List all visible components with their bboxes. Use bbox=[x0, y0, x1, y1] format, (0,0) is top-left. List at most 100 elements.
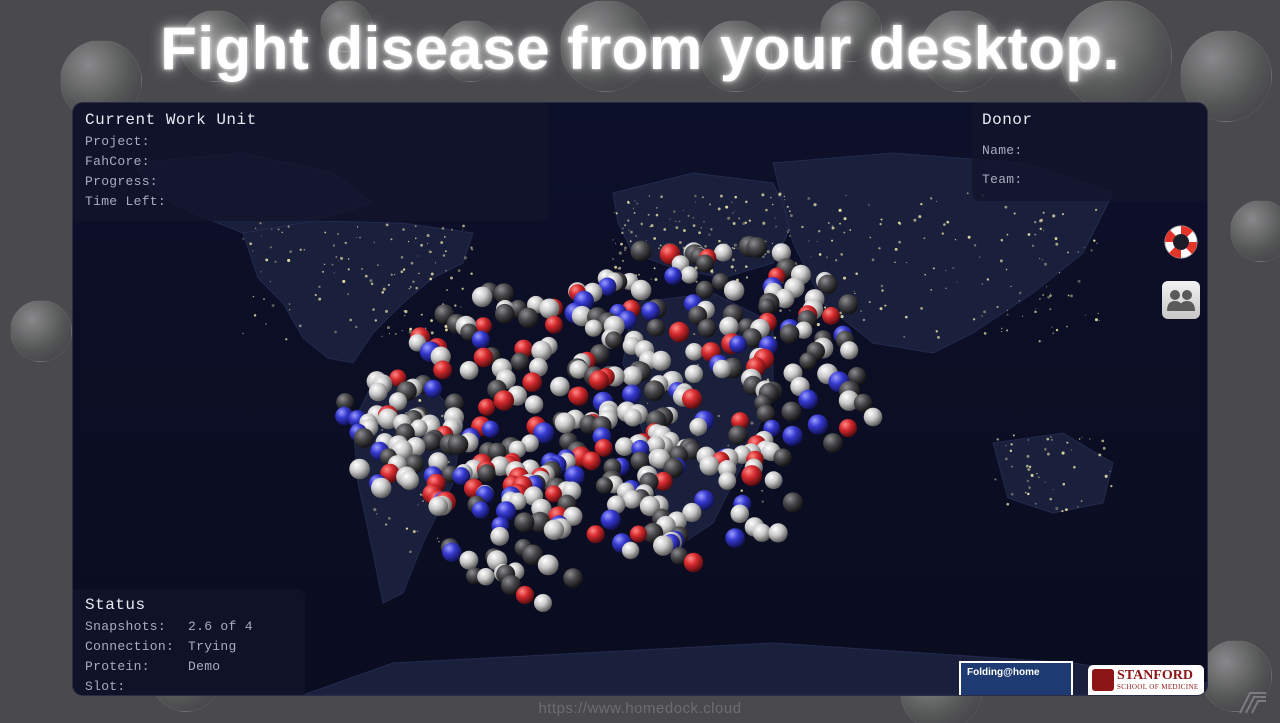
city-light bbox=[462, 224, 465, 228]
city-light bbox=[808, 240, 810, 242]
city-light bbox=[828, 222, 830, 224]
city-light bbox=[1034, 502, 1037, 505]
donor-name-row: Name: bbox=[982, 143, 1197, 158]
protein-atom bbox=[798, 389, 818, 410]
city-light bbox=[1070, 449, 1073, 451]
protein-atom bbox=[615, 437, 634, 456]
protein-atom bbox=[471, 286, 493, 307]
city-light bbox=[787, 229, 790, 232]
city-light bbox=[843, 217, 847, 221]
city-light bbox=[913, 218, 917, 222]
city-light bbox=[903, 335, 906, 338]
city-light bbox=[430, 272, 434, 276]
lifebuoy-icon[interactable] bbox=[1162, 223, 1200, 261]
city-light bbox=[996, 305, 999, 308]
current-work-unit-title: Current Work Unit bbox=[85, 111, 257, 129]
city-light bbox=[331, 263, 334, 266]
city-light bbox=[967, 235, 971, 239]
city-light bbox=[734, 269, 737, 272]
city-light bbox=[1009, 449, 1013, 453]
city-light bbox=[274, 260, 277, 263]
headline: Fight disease from your desktop. bbox=[160, 15, 1120, 82]
city-light bbox=[734, 210, 736, 212]
city-light bbox=[1095, 318, 1097, 321]
protein-atom bbox=[622, 384, 642, 404]
city-light bbox=[879, 307, 883, 311]
city-light bbox=[1031, 244, 1035, 247]
city-light bbox=[687, 214, 690, 217]
city-light bbox=[381, 335, 383, 338]
city-light bbox=[1027, 233, 1031, 236]
city-light bbox=[1028, 465, 1032, 469]
protein-atom bbox=[840, 341, 859, 360]
city-light bbox=[373, 508, 377, 512]
protein-atom bbox=[543, 519, 565, 540]
city-light bbox=[692, 224, 696, 227]
city-light bbox=[287, 225, 290, 228]
protein-atom bbox=[586, 525, 605, 544]
city-light bbox=[718, 239, 721, 243]
connection-value: Trying bbox=[188, 639, 237, 654]
city-light bbox=[1052, 332, 1055, 335]
city-light bbox=[1061, 213, 1064, 216]
team-icon[interactable] bbox=[1162, 281, 1200, 319]
protein-atom bbox=[629, 525, 648, 543]
city-light bbox=[1061, 510, 1064, 513]
city-light bbox=[614, 265, 618, 269]
protein-atom bbox=[728, 425, 748, 445]
city-light bbox=[408, 287, 411, 290]
city-light bbox=[1038, 340, 1041, 343]
city-light bbox=[766, 250, 770, 254]
city-light bbox=[370, 282, 374, 286]
city-light bbox=[1018, 300, 1021, 302]
city-light bbox=[337, 233, 339, 235]
connection-row: Connection: Trying bbox=[85, 639, 293, 654]
city-light bbox=[426, 234, 430, 238]
folding-at-home-logo[interactable]: Folding@home bbox=[959, 661, 1073, 695]
city-light bbox=[387, 283, 390, 287]
city-light bbox=[983, 310, 986, 314]
protein-atom bbox=[746, 237, 767, 258]
protein-atom bbox=[699, 455, 720, 476]
city-light bbox=[695, 280, 698, 283]
protein-atom bbox=[781, 401, 802, 422]
protein-atom bbox=[353, 428, 374, 448]
source-url: https://www.homedock.cloud bbox=[538, 700, 742, 717]
city-light bbox=[624, 249, 627, 252]
protein-atom bbox=[433, 360, 452, 380]
city-light bbox=[303, 249, 305, 251]
protein-atom bbox=[481, 420, 500, 438]
protein-atom bbox=[773, 448, 792, 467]
city-light bbox=[898, 240, 902, 244]
city-light bbox=[318, 285, 321, 288]
city-light bbox=[409, 327, 413, 331]
city-light bbox=[1109, 470, 1111, 473]
protein-atom bbox=[653, 535, 674, 556]
city-light bbox=[878, 247, 881, 250]
city-light bbox=[269, 246, 272, 249]
city-light bbox=[436, 537, 439, 540]
stanford-medicine-logo[interactable]: STANFORD SCHOOL OF MEDICINE bbox=[1088, 665, 1204, 695]
city-light bbox=[1042, 294, 1045, 296]
city-light bbox=[1004, 457, 1008, 461]
city-light bbox=[1094, 208, 1098, 212]
city-light bbox=[906, 261, 908, 263]
city-light bbox=[1006, 309, 1008, 311]
city-light bbox=[930, 289, 932, 291]
city-light bbox=[1025, 464, 1029, 468]
city-light bbox=[1027, 439, 1029, 441]
protein-value: Demo bbox=[188, 659, 221, 674]
city-light bbox=[1046, 437, 1050, 441]
protein-viewer[interactable]: Current Work Unit Project: FahCore: Prog… bbox=[73, 103, 1207, 695]
city-light bbox=[956, 281, 958, 283]
city-light bbox=[635, 235, 638, 238]
city-light bbox=[966, 192, 969, 195]
city-light bbox=[1067, 294, 1070, 297]
city-light bbox=[1055, 242, 1059, 246]
city-light bbox=[862, 318, 866, 322]
city-light bbox=[289, 250, 293, 253]
city-light bbox=[774, 217, 776, 219]
city-light bbox=[1066, 325, 1068, 328]
city-light bbox=[838, 208, 842, 212]
city-light bbox=[428, 250, 432, 254]
